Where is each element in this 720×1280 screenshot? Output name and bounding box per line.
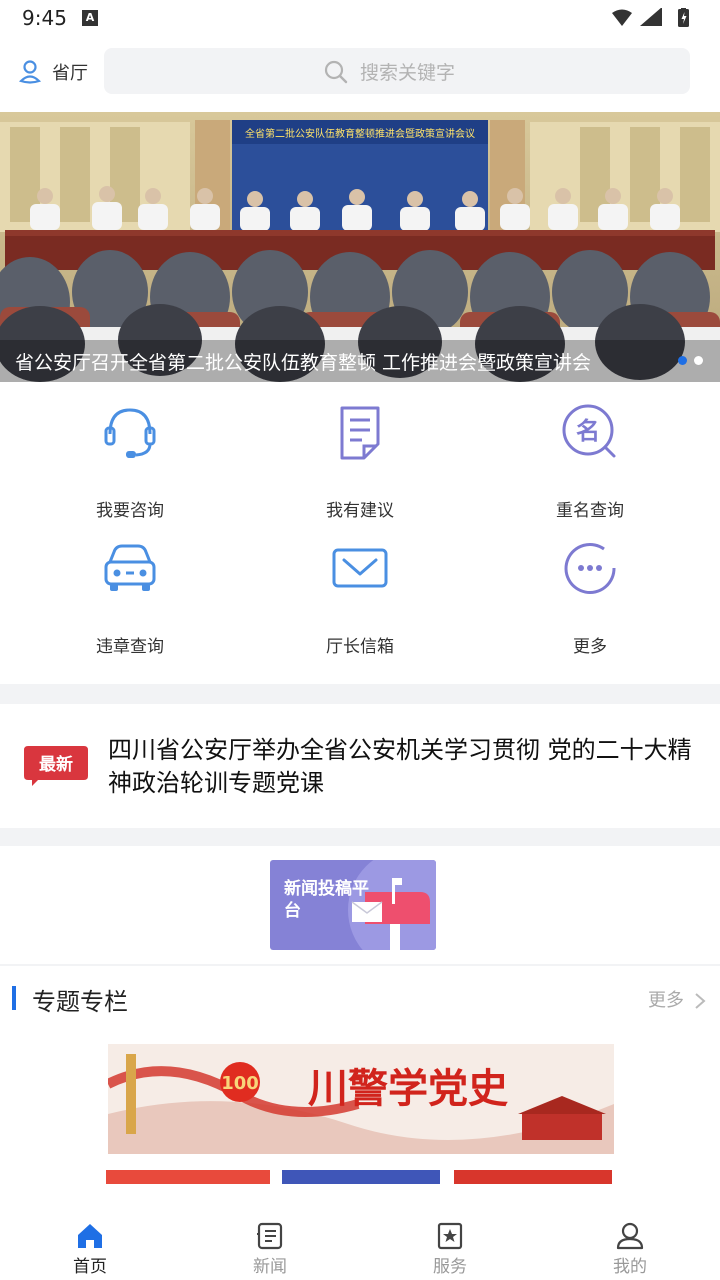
services-grid: 我要咨询 我有建议 名 重名查询 违章查询 厅长信箱 更多	[0, 382, 720, 684]
service-label: 我有建议	[326, 501, 394, 521]
tab-label: 首页	[73, 1257, 107, 1277]
section-marker	[12, 986, 16, 1010]
tab-label: 服务	[433, 1257, 467, 1277]
topic-banner[interactable]: 100 川警学党史	[108, 1044, 614, 1154]
tab-label: 我的	[613, 1257, 647, 1277]
car-icon	[104, 544, 156, 591]
tab-home[interactable]: 首页	[0, 1202, 180, 1280]
service-label: 厅长信箱	[326, 637, 394, 657]
service-label: 重名查询	[556, 501, 624, 521]
topic-banner-text: 川警学党史	[308, 1065, 508, 1112]
more-link[interactable]: 更多	[648, 986, 706, 1012]
status-icons	[612, 8, 689, 27]
service-label: 更多	[573, 637, 607, 657]
wifi-icon	[612, 9, 632, 26]
carousel-dot-active[interactable]	[678, 356, 687, 365]
mail-icon	[332, 548, 388, 588]
service-violation[interactable]: 违章查询	[40, 538, 220, 657]
document-icon	[340, 406, 380, 460]
latest-news[interactable]: 最新 四川省公安厅举办全省公安机关学习贯彻 党的二十大精神政治轮训专题党课	[0, 704, 720, 828]
topic-banner-art: 100 川警学党史	[108, 1044, 614, 1154]
section-title: 专题专栏	[32, 988, 128, 1016]
home-icon	[78, 1224, 102, 1248]
service-label: 我要咨询	[96, 501, 164, 521]
news-banner[interactable]: 全省第二批公安队伍教育整顿推进会暨政策宣讲会议 省公安厅召开全省第二批公安队伍教…	[0, 112, 720, 382]
signal-icon	[640, 8, 662, 26]
tab-label: 新闻	[253, 1257, 287, 1277]
anniversary-badge: 100	[221, 1073, 259, 1094]
tab-service[interactable]: 服务	[360, 1202, 540, 1280]
submit-panel: 新闻投稿平台	[0, 846, 720, 964]
latest-badge-text: 最新	[39, 754, 73, 775]
service-consult[interactable]: 我要咨询	[40, 402, 220, 521]
topic-thumb[interactable]	[454, 1170, 612, 1184]
search-placeholder: 搜索关键字	[360, 62, 456, 84]
status-bar: 9:45 A	[0, 0, 720, 36]
status-time: 9:45	[22, 6, 67, 30]
service-name-search[interactable]: 名 重名查询	[500, 402, 680, 521]
more-link-label: 更多	[648, 990, 684, 1011]
location-selector[interactable]: 省厅	[18, 58, 88, 86]
service-more[interactable]: 更多	[500, 538, 680, 657]
svg-text:名: 名	[576, 417, 600, 445]
location-person-icon	[18, 60, 42, 84]
service-director-mailbox[interactable]: 厅长信箱	[270, 538, 450, 657]
banner-caption: 省公安厅召开全省第二批公安队伍教育整顿 工作推进会暨政策宣讲会	[15, 352, 592, 374]
latest-badge: 最新	[24, 746, 88, 786]
tab-news[interactable]: 新闻	[180, 1202, 360, 1280]
tab-mine[interactable]: 我的	[540, 1202, 720, 1280]
topic-thumb[interactable]	[106, 1170, 270, 1184]
banner-caption-bar: 省公安厅召开全省第二批公安队伍教育整顿 工作推进会暨政策宣讲会	[0, 340, 720, 382]
name-search-icon: 名	[562, 404, 616, 458]
top-bar: 省厅 搜索关键字	[0, 36, 720, 112]
news-icon	[257, 1222, 283, 1250]
latest-news-title: 四川省公安厅举办全省公安机关学习贯彻 党的二十大精神政治轮训专题党课	[108, 736, 692, 797]
bottom-tab-bar: 首页 新闻 服务 我的	[0, 1202, 720, 1280]
search-input[interactable]: 搜索关键字	[104, 48, 690, 94]
news-submit-button[interactable]: 新闻投稿平台	[270, 860, 436, 950]
submit-label: 新闻投稿平台	[284, 879, 369, 921]
user-icon	[616, 1222, 644, 1250]
carousel-dot[interactable]	[694, 356, 703, 365]
service-icon	[437, 1222, 463, 1250]
service-suggest[interactable]: 我有建议	[270, 402, 450, 521]
headset-icon	[104, 408, 156, 458]
chevron-right-icon	[695, 993, 706, 1009]
more-icon	[564, 543, 616, 594]
notification-a-icon: A	[82, 10, 98, 26]
topic-thumb[interactable]	[282, 1170, 440, 1184]
service-label: 违章查询	[96, 637, 164, 657]
search-icon	[324, 60, 348, 83]
banner-backdrop-text: 全省第二批公安队伍教育整顿推进会暨政策宣讲会议	[245, 127, 475, 140]
topics-section: 专题专栏 更多 100 川警学党史	[0, 966, 720, 1202]
location-label: 省厅	[52, 63, 88, 84]
